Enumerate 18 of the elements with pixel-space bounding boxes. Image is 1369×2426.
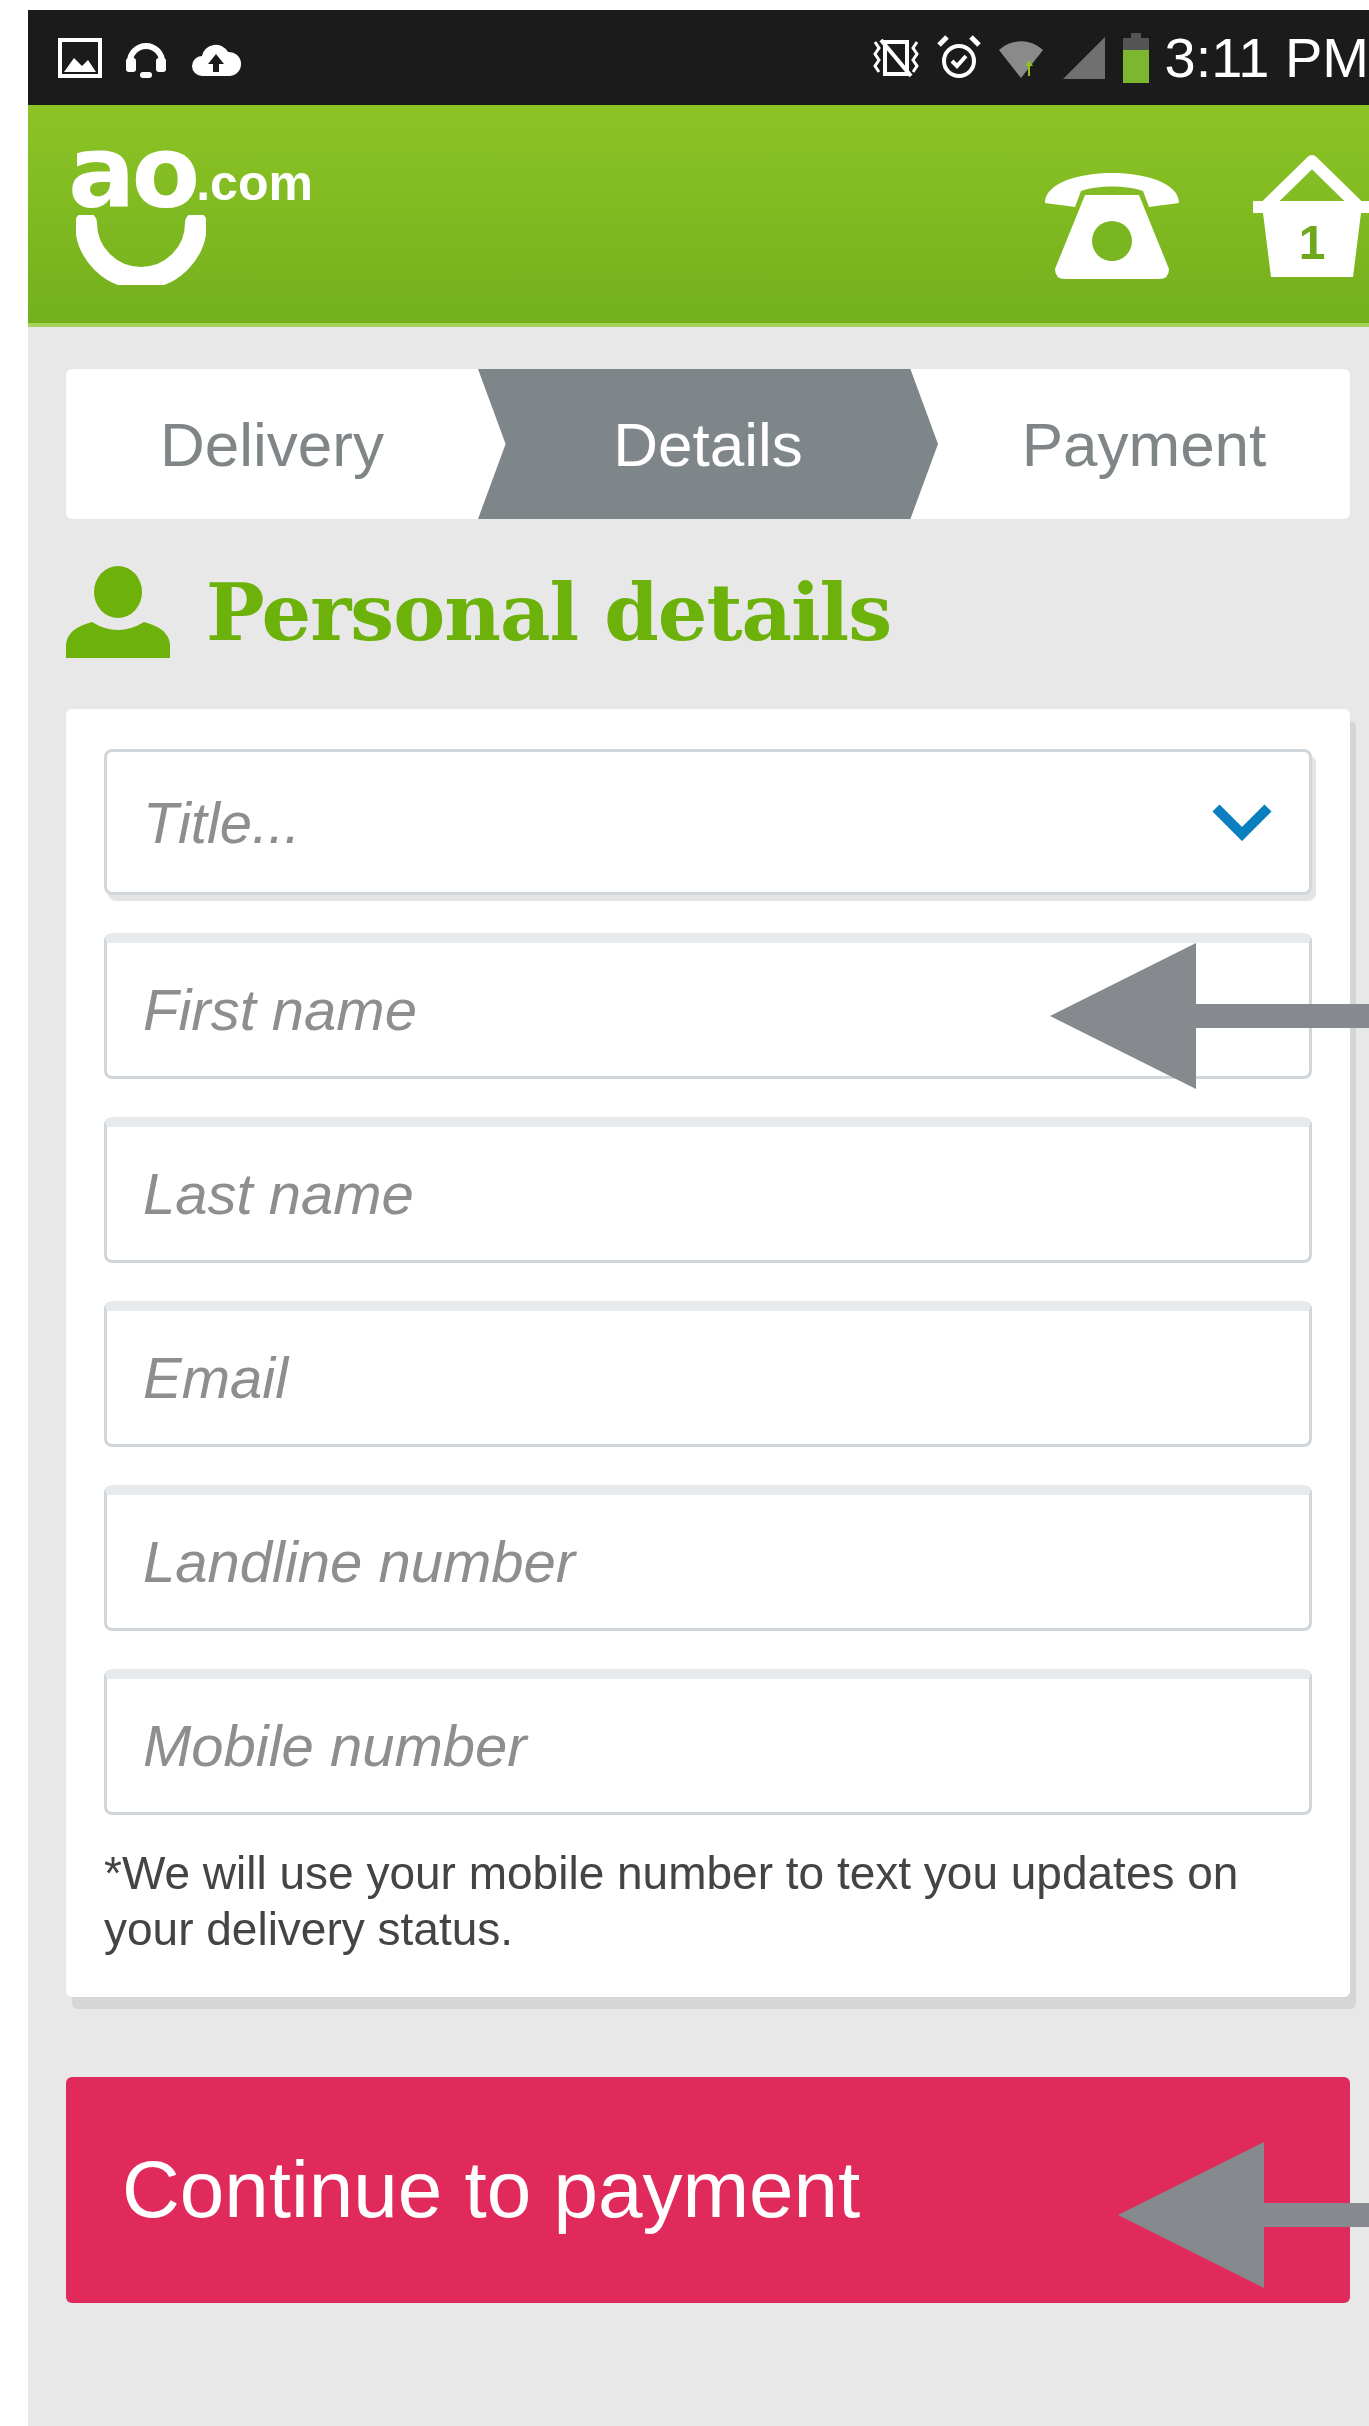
checkout-step-tab[interactable]: Payment [938,369,1350,519]
input-field[interactable]: Mobile number [104,1669,1312,1815]
battery-icon [1122,32,1149,83]
input-field[interactable]: First name [104,933,1312,1079]
continue-button[interactable]: Continue to payment [66,2077,1350,2303]
input-field[interactable]: Last name [104,1117,1312,1263]
picture-icon [58,37,102,78]
logo[interactable]: ao.com [68,133,313,285]
checkout-step-tab[interactable]: Delivery [66,369,478,519]
chevron-down-icon [1211,803,1273,841]
alarm-clock-icon [936,34,981,81]
input-field[interactable]: Landline number [104,1485,1312,1631]
status-time: 3:11 PM [1164,25,1369,90]
mobile-note-text: *We will use your mobile number to text you updates on your delivery status. [104,1846,1240,1957]
checkout-step-tab[interactable]: Details [478,369,938,519]
section-title: Personal details [206,566,892,658]
input-field[interactable]: Email [104,1301,1312,1447]
person-icon [66,566,170,658]
